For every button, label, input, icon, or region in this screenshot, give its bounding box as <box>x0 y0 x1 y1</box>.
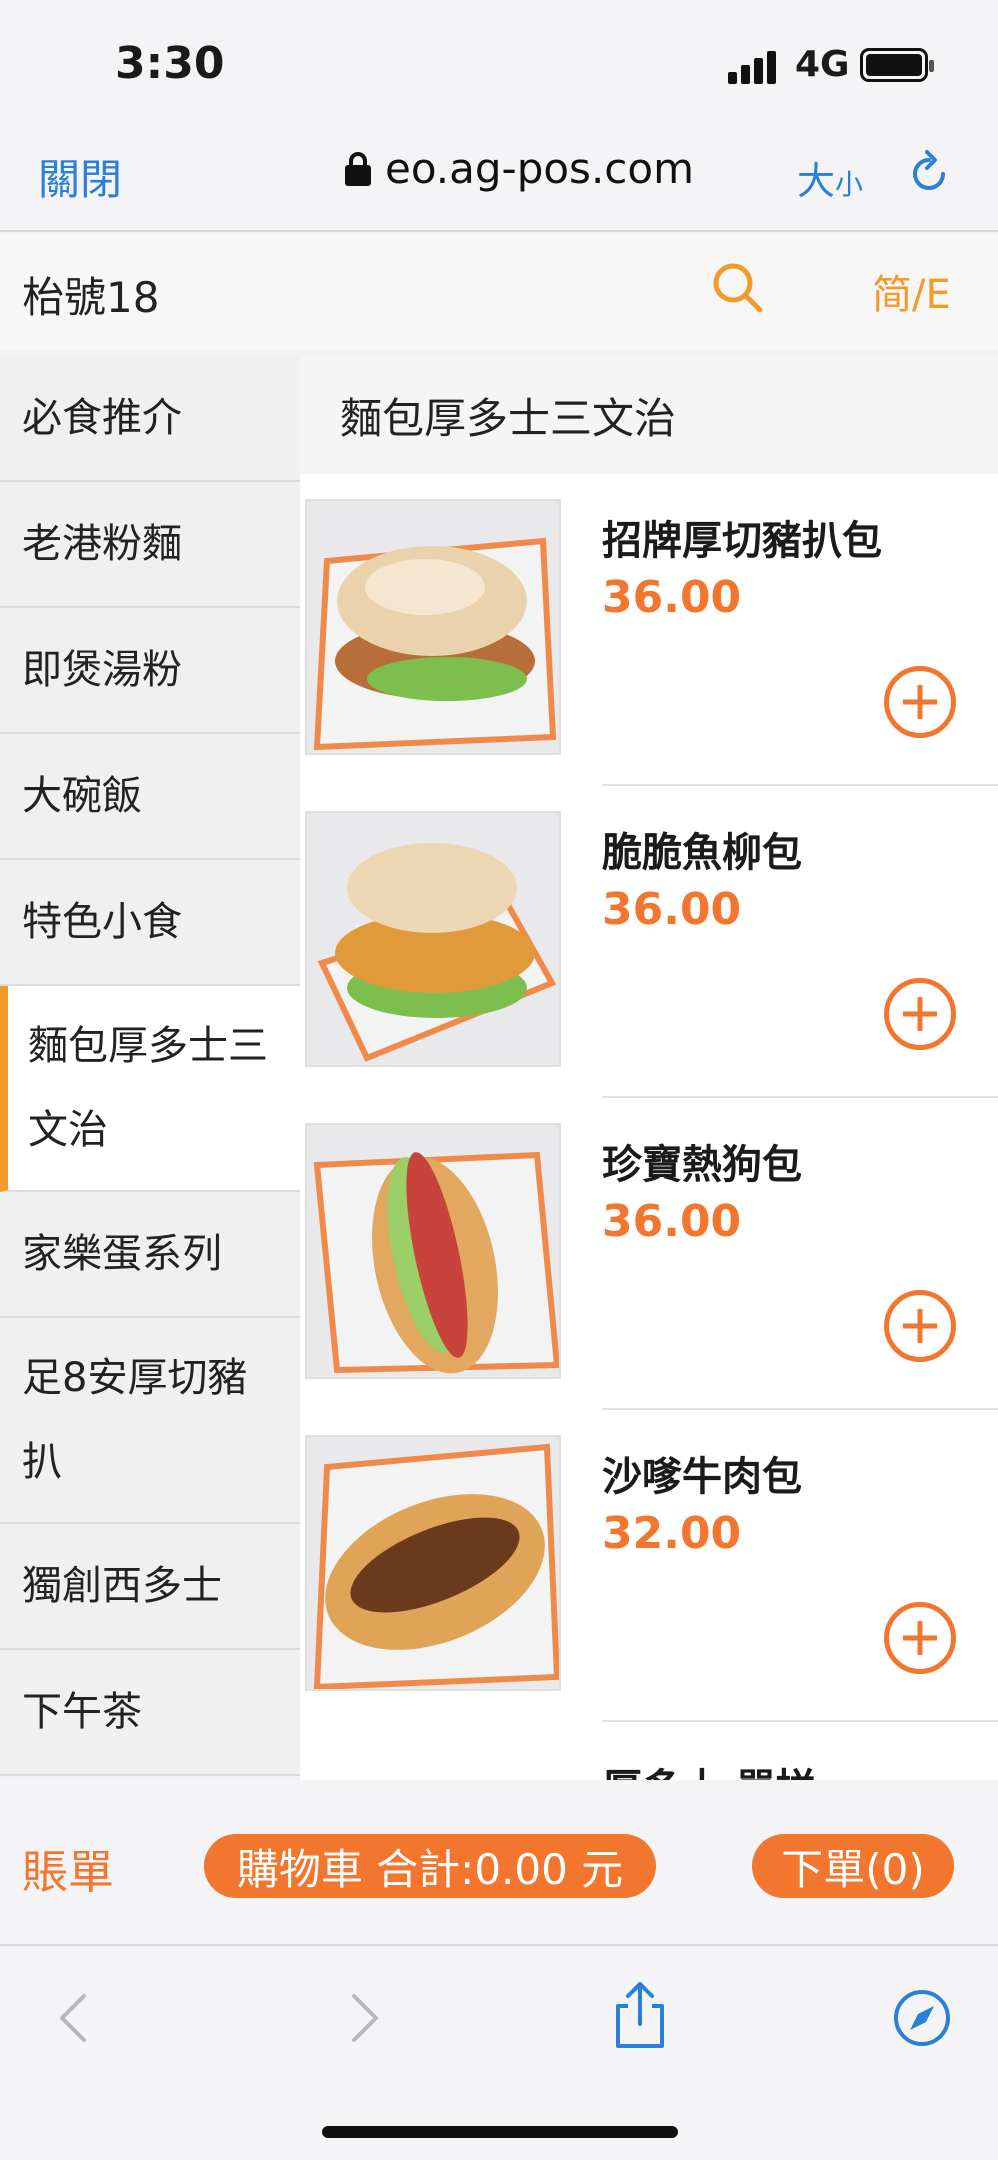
category-label: 老港粉麵 <box>22 521 182 567</box>
category-label: 即煲湯粉 <box>22 647 182 693</box>
status-bar: 3:30 4G <box>0 0 998 120</box>
menu-item[interactable]: 沙嗲牛肉包 32.00 <box>300 1410 998 1722</box>
browser-address-bar: 關閉 eo.ag-pos.com 大小 <box>0 120 998 232</box>
item-price: 32.00 <box>602 1508 742 1559</box>
item-name: 厚多士 單拼 <box>602 1756 816 1780</box>
menu-item[interactable]: 招牌厚切豬扒包 36.00 <box>300 474 998 786</box>
category-item[interactable]: 獨創西多士 <box>0 1524 300 1650</box>
category-label: 必食推介 <box>22 395 182 441</box>
order-action-bar: 賬單 購物車 合計:0.00 元 下單(0) <box>0 1780 998 1946</box>
bill-button[interactable]: 賬單 <box>22 1836 114 1902</box>
text-size-big: 大 <box>797 159 836 203</box>
category-item[interactable]: 下午茶 <box>0 1650 300 1776</box>
url-display[interactable]: eo.ag-pos.com <box>345 144 694 193</box>
url-text: eo.ag-pos.com <box>385 144 694 193</box>
text-size-button[interactable]: 大小 <box>797 150 863 205</box>
app-header: 枱號18 简/E <box>0 234 998 350</box>
item-price: 36.00 <box>602 1196 742 1247</box>
home-indicator[interactable] <box>322 2126 678 2138</box>
browser-toolbar <box>0 1948 998 2160</box>
category-label: 特色小食 <box>22 899 182 945</box>
category-item[interactable]: 必食推介 <box>0 356 300 482</box>
status-time: 3:30 <box>115 38 225 89</box>
category-item[interactable]: 大碗飯 <box>0 734 300 860</box>
menu-content: 麵包厚多士三文治 招牌厚切豬扒包 36.00 脆脆魚柳包 36.00 珍寶熱狗包… <box>300 356 998 1780</box>
share-icon[interactable] <box>610 1980 670 2050</box>
category-label: 足8安厚切豬扒 <box>22 1355 248 1485</box>
search-icon[interactable] <box>710 260 766 316</box>
category-label: 家樂蛋系列 <box>22 1231 222 1277</box>
text-size-small: 小 <box>835 168 864 201</box>
back-icon[interactable] <box>46 1988 106 2048</box>
item-name: 珍寶熱狗包 <box>602 1142 802 1188</box>
category-label: 大碗飯 <box>22 773 142 819</box>
category-item[interactable]: 即煲湯粉 <box>0 608 300 734</box>
network-type: 4G <box>795 44 850 85</box>
category-label: 獨創西多士 <box>22 1563 222 1609</box>
lock-icon <box>345 151 371 186</box>
language-toggle[interactable]: 简/E <box>872 262 951 320</box>
add-to-cart-button[interactable] <box>884 1602 956 1674</box>
section-title: 麵包厚多士三文治 <box>300 356 998 474</box>
category-item[interactable]: 老港粉麵 <box>0 482 300 608</box>
category-item[interactable]: 足8安厚切豬扒 <box>0 1318 300 1524</box>
category-label: 下午茶 <box>22 1689 142 1735</box>
add-to-cart-button[interactable] <box>884 1290 956 1362</box>
item-name: 沙嗲牛肉包 <box>602 1454 802 1500</box>
item-name: 招牌厚切豬扒包 <box>602 518 882 564</box>
reload-icon[interactable] <box>905 148 953 196</box>
compass-icon[interactable] <box>892 1988 952 2048</box>
category-sidebar: 必食推介 老港粉麵 即煲湯粉 大碗飯 特色小食 麵包厚多士三文治 家樂蛋系列 足… <box>0 356 300 1776</box>
add-to-cart-button[interactable] <box>884 978 956 1050</box>
menu-item[interactable]: 厚多士 單拼 <box>300 1722 998 1780</box>
menu-item[interactable]: 珍寶熱狗包 36.00 <box>300 1098 998 1410</box>
category-label: 麵包厚多士三文治 <box>28 1023 268 1153</box>
category-item-active[interactable]: 麵包厚多士三文治 <box>0 986 300 1192</box>
category-item[interactable]: 特色小食 <box>0 860 300 986</box>
forward-icon[interactable] <box>332 1988 392 2048</box>
cart-total-button[interactable]: 購物車 合計:0.00 元 <box>204 1834 656 1898</box>
place-order-button[interactable]: 下單(0) <box>752 1834 954 1898</box>
food-photo <box>305 499 561 755</box>
menu-item[interactable]: 脆脆魚柳包 36.00 <box>300 786 998 1098</box>
table-number: 枱號18 <box>22 273 160 322</box>
item-price: 36.00 <box>602 572 742 623</box>
add-to-cart-button[interactable] <box>884 666 956 738</box>
item-price: 36.00 <box>602 884 742 935</box>
category-item[interactable]: 家樂蛋系列 <box>0 1192 300 1318</box>
battery-icon <box>860 48 934 82</box>
food-photo <box>305 1123 561 1379</box>
signal-icon <box>728 50 780 84</box>
item-name: 脆脆魚柳包 <box>602 830 802 876</box>
close-button[interactable]: 關閉 <box>38 146 122 207</box>
food-photo <box>305 811 561 1067</box>
food-photo <box>305 1435 561 1691</box>
